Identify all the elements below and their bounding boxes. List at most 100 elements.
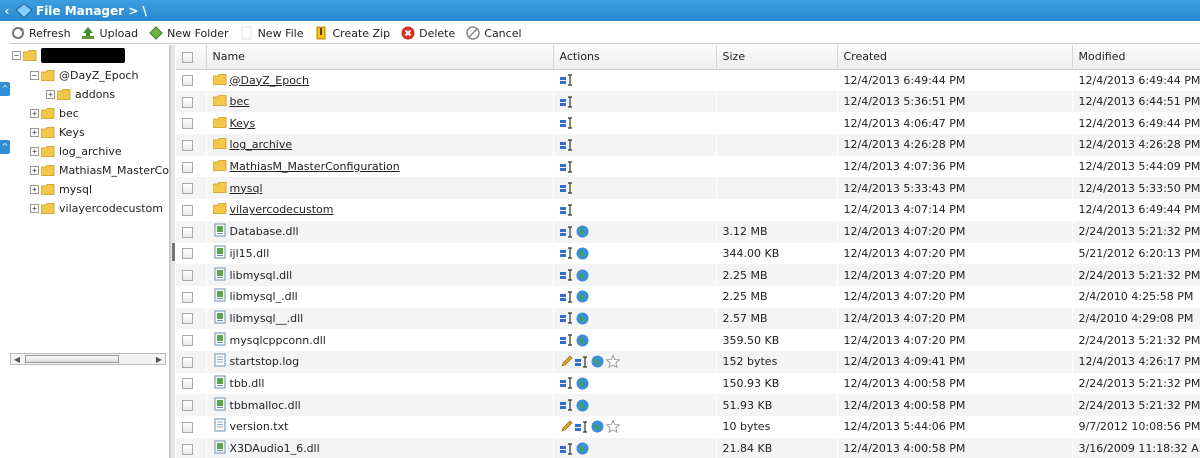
row-checkbox[interactable] xyxy=(182,400,193,412)
globe-icon[interactable] xyxy=(576,247,589,260)
scrollbar-thumb[interactable] xyxy=(25,355,119,363)
row-checkbox[interactable] xyxy=(182,139,193,151)
file-name[interactable]: libmysql.dll xyxy=(230,269,293,282)
file-name-cell[interactable]: log_archive xyxy=(206,134,553,156)
file-row[interactable]: mysql 12/4/2013 5:33:43 PM 12/4/2013 5:33:… xyxy=(176,177,1200,200)
file-name[interactable]: log_archive xyxy=(230,138,293,151)
details-icon[interactable] xyxy=(559,226,574,238)
row-checkbox[interactable] xyxy=(182,96,193,108)
column-actions[interactable]: Actions xyxy=(553,45,717,70)
details-icon[interactable] xyxy=(559,377,574,390)
file-row[interactable]: libmysql__.dll 2.57 MB 12/4/2013 4:07:20 P… xyxy=(176,307,1200,330)
tree-item-mathiasm-masterconfiguration[interactable]: + MathiasM_MasterConfigu xyxy=(30,162,169,179)
file-name[interactable]: libmysql_.dll xyxy=(230,290,298,303)
file-name[interactable]: bec xyxy=(230,95,250,108)
row-select[interactable] xyxy=(176,307,206,330)
details-icon[interactable] xyxy=(559,117,574,129)
file-name-cell[interactable]: libmysql__.dll xyxy=(206,307,553,330)
row-select[interactable] xyxy=(176,112,206,134)
expand-toggle-icon[interactable]: + xyxy=(30,185,39,194)
globe-icon[interactable] xyxy=(576,442,589,455)
file-name-cell[interactable]: vilayercodecustom xyxy=(206,199,553,221)
row-select[interactable] xyxy=(176,373,206,395)
row-checkbox[interactable] xyxy=(182,356,193,368)
file-name-cell[interactable]: libmysql.dll xyxy=(206,264,553,286)
tree-item-dayz-epoch[interactable]: − @DayZ_Epoch xyxy=(30,67,138,84)
star-icon[interactable] xyxy=(605,355,620,369)
file-name[interactable]: vilayercodecustom xyxy=(230,203,334,216)
globe-icon[interactable] xyxy=(576,225,589,238)
file-row[interactable]: mysqlcppconn.dll 359.50 KB 12/4/2013 4:07:… xyxy=(176,329,1200,351)
row-select[interactable] xyxy=(176,437,206,458)
row-select[interactable] xyxy=(176,199,206,221)
expand-toggle-icon[interactable]: + xyxy=(30,166,39,175)
details-icon[interactable] xyxy=(559,247,574,259)
row-select[interactable] xyxy=(176,243,206,265)
file-row[interactable]: tbb.dll 150.93 KB 12/4/2013 4:00:58 PM 2/24… xyxy=(176,373,1200,395)
delete-button[interactable]: Delete xyxy=(400,26,455,41)
file-name-cell[interactable]: bec xyxy=(206,90,553,113)
row-checkbox[interactable] xyxy=(182,161,193,173)
row-select[interactable] xyxy=(176,69,206,91)
row-select[interactable] xyxy=(176,134,206,156)
row-select[interactable] xyxy=(176,177,206,200)
file-name-cell[interactable]: Database.dll xyxy=(206,220,553,243)
file-name[interactable]: mysql xyxy=(230,182,263,195)
details-icon[interactable] xyxy=(559,312,574,325)
file-row[interactable]: @DayZ_Epoch 12/4/2013 6:49:44 PM 12/4/2013… xyxy=(176,69,1200,91)
expand-toggle-icon[interactable]: + xyxy=(30,109,39,118)
file-row[interactable]: Database.dll 3.12 MB 12/4/2013 4:07:20 PM 2… xyxy=(176,220,1200,243)
file-row[interactable]: libmysql.dll 2.25 MB 12/4/2013 4:07:20 PM 2… xyxy=(176,264,1200,286)
file-row[interactable]: Keys 12/4/2013 4:06:47 PM 12/4/2013 6:49:4… xyxy=(176,112,1200,134)
refresh-button[interactable]: Refresh xyxy=(10,26,71,41)
row-select[interactable] xyxy=(176,350,206,373)
select-all-header[interactable] xyxy=(176,45,207,70)
details-icon[interactable] xyxy=(559,334,574,346)
details-icon[interactable] xyxy=(559,399,574,411)
details-icon[interactable] xyxy=(574,421,589,433)
row-checkbox[interactable] xyxy=(182,204,193,216)
star-icon[interactable] xyxy=(605,420,620,434)
scroll-right-icon[interactable]: ▶ xyxy=(153,355,165,364)
file-name-cell[interactable]: tbb.dll xyxy=(206,373,553,395)
row-select[interactable] xyxy=(176,264,206,286)
file-row[interactable]: X3DAudio1_6.dll 21.84 KB 12/4/2013 4:00:58… xyxy=(176,437,1200,458)
details-icon[interactable] xyxy=(559,269,574,281)
collapse-tab-top[interactable]: ^ xyxy=(0,82,10,96)
file-name[interactable]: ijl15.dll xyxy=(230,247,270,260)
file-name[interactable]: libmysql__.dll xyxy=(230,312,304,325)
details-icon[interactable] xyxy=(559,74,574,86)
globe-icon[interactable] xyxy=(576,377,589,390)
new-file-button[interactable]: New File xyxy=(239,26,303,41)
row-checkbox[interactable] xyxy=(182,313,193,325)
file-name-cell[interactable]: tbbmalloc.dll xyxy=(206,394,553,416)
file-name[interactable]: @DayZ_Epoch xyxy=(230,74,309,87)
file-name-cell[interactable]: libmysql_.dll xyxy=(206,286,553,308)
row-checkbox[interactable] xyxy=(182,378,193,390)
scroll-left-icon[interactable]: ◀ xyxy=(11,355,23,364)
details-icon[interactable] xyxy=(559,291,574,303)
file-row[interactable]: ijl15.dll 344.00 KB 12/4/2013 4:07:20 PM 5/… xyxy=(176,243,1200,265)
row-checkbox[interactable] xyxy=(182,248,193,260)
file-name-cell[interactable]: Keys xyxy=(206,112,553,134)
file-name[interactable]: X3DAudio1_6.dll xyxy=(230,442,320,455)
row-checkbox[interactable] xyxy=(182,270,193,282)
file-name-cell[interactable]: MathiasM_MasterConfiguration xyxy=(206,156,553,178)
row-select[interactable] xyxy=(176,286,206,308)
row-checkbox[interactable] xyxy=(182,183,193,195)
file-row[interactable]: version.txt 10 bytes 12/4/2013 5:44:06 PM 9… xyxy=(176,416,1200,438)
globe-icon[interactable] xyxy=(576,399,589,412)
column-modified[interactable]: Modified xyxy=(1072,45,1200,70)
tree-item-bec[interactable]: + bec xyxy=(30,105,79,122)
collapse-toggle-icon[interactable]: − xyxy=(30,71,39,80)
collapse-tab-bottom[interactable]: ^ xyxy=(0,140,10,154)
globe-icon[interactable] xyxy=(576,269,589,282)
globe-icon[interactable] xyxy=(576,312,589,325)
create-zip-button[interactable]: Create Zip xyxy=(313,26,390,41)
details-icon[interactable] xyxy=(559,182,574,194)
file-name-cell[interactable]: @DayZ_Epoch xyxy=(206,69,553,91)
file-row[interactable]: startstop.log 152 bytes 12/4/2013 4:09:41 … xyxy=(176,350,1200,373)
edit-icon[interactable] xyxy=(560,420,573,433)
row-checkbox[interactable] xyxy=(182,226,193,238)
row-checkbox[interactable] xyxy=(182,75,193,87)
